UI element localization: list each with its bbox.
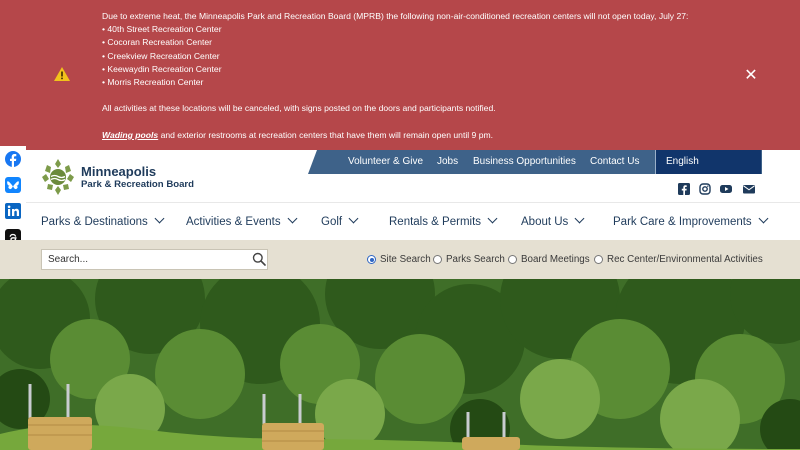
- nav-label: Parks & Destinations: [41, 216, 148, 228]
- search-input[interactable]: [41, 249, 268, 270]
- facebook-icon[interactable]: [678, 183, 690, 195]
- nav-label: Rentals & Permits: [389, 216, 482, 228]
- nav-about-us[interactable]: About Us: [521, 213, 585, 231]
- radio-dot: [367, 255, 376, 264]
- chevron-down-icon: [287, 213, 298, 224]
- close-icon[interactable]: ✕: [742, 67, 760, 85]
- jobs-link[interactable]: Jobs: [437, 150, 458, 174]
- radio-label: Rec Center/Environmental Activities: [607, 254, 763, 265]
- nav-park-care-improvements[interactable]: Park Care & Improvements: [613, 213, 769, 231]
- chevron-down-icon: [487, 213, 498, 224]
- wading-note-text: and exterior restrooms at recreation cen…: [158, 129, 494, 140]
- radio-site-search[interactable]: Site Search: [367, 253, 431, 266]
- alert-center-item: • 40th Street Recreation Center: [102, 24, 222, 35]
- linkedin-share-button[interactable]: [0, 198, 26, 224]
- warning-icon: [54, 67, 70, 81]
- nav-label: Golf: [321, 216, 343, 228]
- radio-dot: [508, 255, 517, 264]
- bluesky-icon: [5, 177, 21, 193]
- nav-golf[interactable]: Golf: [321, 213, 359, 231]
- facebook-icon: [5, 151, 21, 167]
- nav-label: Activities & Events: [186, 216, 281, 228]
- alert-center-item: • Morris Recreation Center: [102, 77, 204, 88]
- youtube-icon[interactable]: [720, 183, 732, 195]
- linkedin-icon: [5, 203, 21, 219]
- chevron-down-icon: [574, 213, 585, 224]
- nav-parks-destinations[interactable]: Parks & Destinations: [41, 213, 165, 231]
- alert-center-item: • Creekview Recreation Center: [102, 50, 220, 61]
- hero-image: [0, 279, 800, 450]
- radio-rec-center-activities[interactable]: Rec Center/Environmental Activities: [594, 253, 763, 266]
- chevron-down-icon: [758, 213, 769, 224]
- nav-rentals-permits[interactable]: Rentals & Permits: [389, 213, 498, 231]
- business-opportunities-link[interactable]: Business Opportunities: [473, 150, 576, 174]
- alert-center-item: • Keewaydin Recreation Center: [102, 63, 222, 74]
- alert-message: Due to extreme heat, the Minneapolis Par…: [102, 10, 742, 142]
- wading-pools-link[interactable]: Wading pools: [102, 130, 158, 140]
- bluesky-share-button[interactable]: [0, 172, 26, 198]
- nav-label: Park Care & Improvements: [613, 216, 752, 228]
- radio-parks-search[interactable]: Parks Search: [433, 253, 505, 266]
- mprb-logo-icon[interactable]: [40, 158, 76, 196]
- radio-label: Board Meetings: [521, 254, 590, 265]
- brand-name[interactable]: Minneapolis: [81, 164, 156, 179]
- radio-dot: [594, 255, 603, 264]
- chevron-down-icon: [154, 213, 165, 224]
- email-icon[interactable]: [743, 183, 755, 195]
- radio-label: Parks Search: [446, 254, 505, 265]
- alert-intro: Due to extreme heat, the Minneapolis Par…: [102, 11, 689, 21]
- chevron-down-icon: [348, 213, 359, 224]
- instagram-icon[interactable]: [699, 183, 711, 195]
- alert-cancel-note: All activities at these locations will b…: [102, 103, 496, 114]
- contact-us-link[interactable]: Contact Us: [590, 150, 639, 174]
- radio-label: Site Search: [380, 254, 431, 265]
- nav-activities-events[interactable]: Activities & Events: [186, 213, 298, 231]
- search-icon[interactable]: [252, 252, 266, 266]
- facebook-share-button[interactable]: [0, 146, 26, 172]
- brand-subtitle[interactable]: Park & Recreation Board: [81, 179, 194, 190]
- radio-board-meetings[interactable]: Board Meetings: [508, 253, 590, 266]
- language-selector[interactable]: English: [655, 150, 761, 174]
- radio-dot: [433, 255, 442, 264]
- alert-wading-note: Wading pools and exterior restrooms at r…: [102, 129, 742, 142]
- nav-label: About Us: [521, 216, 569, 228]
- volunteer-give-link[interactable]: Volunteer & Give: [348, 150, 423, 174]
- alert-banner: Due to extreme heat, the Minneapolis Par…: [0, 0, 800, 150]
- alert-center-item: • Cocoran Recreation Center: [102, 37, 213, 48]
